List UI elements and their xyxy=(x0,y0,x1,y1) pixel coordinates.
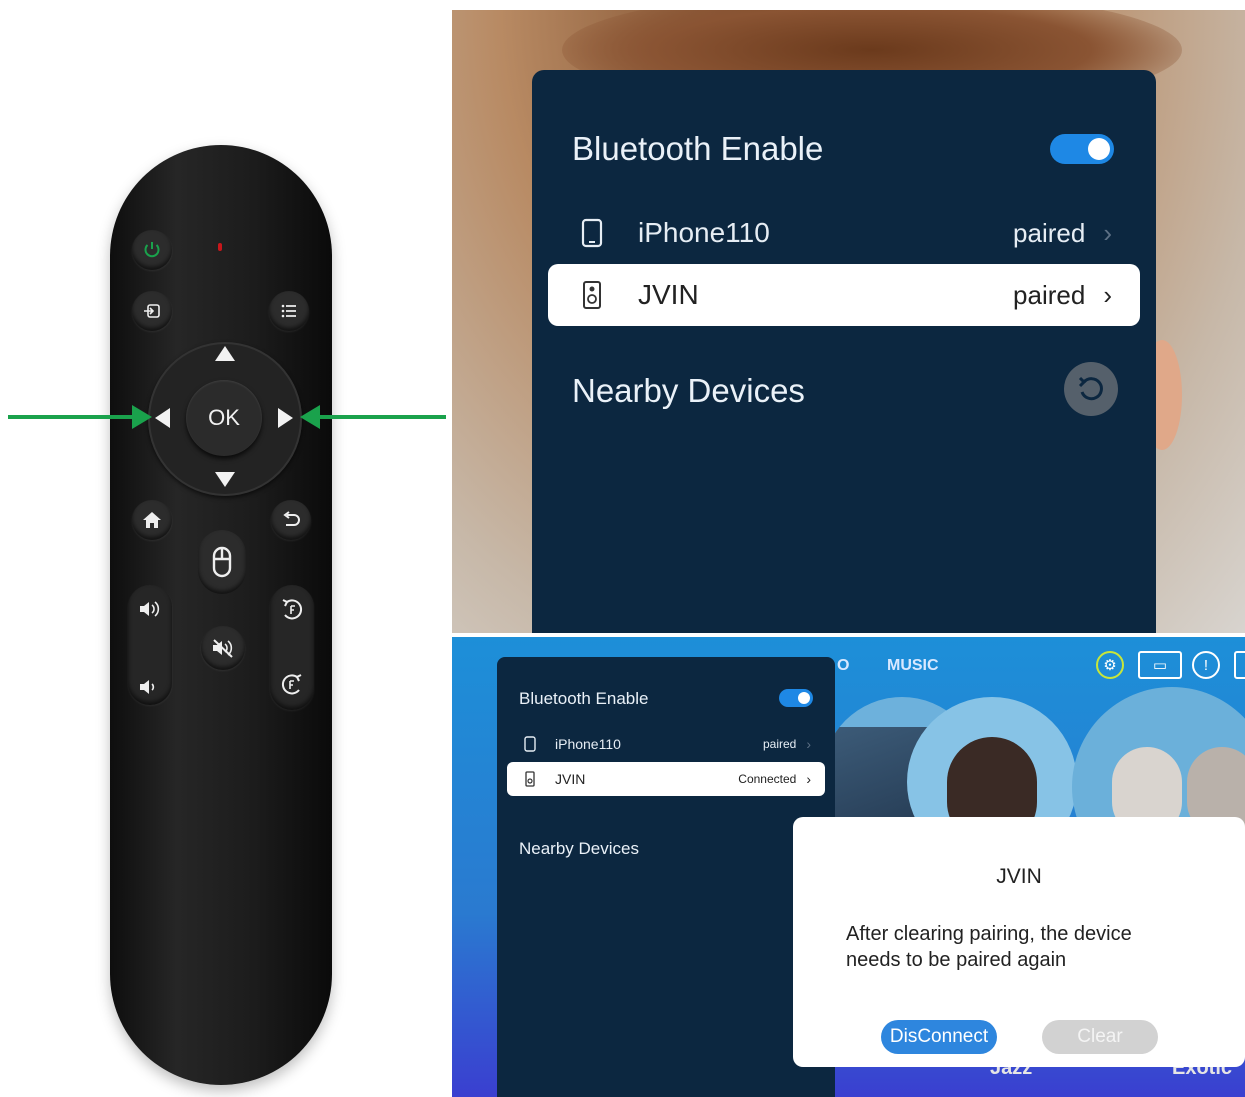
device-status: paired xyxy=(1013,279,1086,310)
down-arrow-icon[interactable] xyxy=(215,472,235,487)
back-icon xyxy=(283,511,300,526)
bluetooth-toggle[interactable] xyxy=(1050,134,1114,164)
home-icon xyxy=(143,512,161,528)
right-arrow-icon[interactable] xyxy=(278,408,293,428)
input-icon xyxy=(144,304,160,318)
bluetooth-title: Bluetooth Enable xyxy=(519,689,649,708)
clear-pairing-dialog: JVIN After clearing pairing, the device … xyxy=(793,817,1245,1067)
nav-item[interactable]: O xyxy=(837,657,849,675)
volume-down-icon[interactable] xyxy=(138,676,160,703)
info-icon[interactable]: ! xyxy=(1192,651,1220,679)
forward-icon[interactable] xyxy=(279,672,305,703)
hdmi-icon[interactable]: ▭ xyxy=(1138,651,1182,679)
power-button[interactable] xyxy=(132,230,172,270)
speaker-icon xyxy=(580,280,604,310)
mute-icon xyxy=(213,639,233,658)
device-row-jvin[interactable]: JVIN Connected › xyxy=(507,762,825,796)
up-arrow-icon[interactable] xyxy=(215,346,235,361)
device-name: iPhone110 xyxy=(555,736,621,752)
input-button[interactable] xyxy=(132,291,172,331)
device-status: Connected xyxy=(738,772,797,786)
tv-screen-top: Bluetooth Enable iPhone110 paired › JVIN… xyxy=(452,10,1245,633)
right-pointer-arrow xyxy=(318,415,446,419)
chevron-right-icon: › xyxy=(1103,217,1112,248)
phone-icon xyxy=(523,736,537,752)
device-status: paired xyxy=(1013,217,1086,248)
bluetooth-panel: Bluetooth Enable iPhone110 paired › JVIN… xyxy=(532,70,1156,633)
back-button[interactable] xyxy=(271,500,311,540)
rewind-icon[interactable] xyxy=(279,597,305,628)
device-name: JVIN xyxy=(638,279,699,310)
power-icon xyxy=(144,242,160,258)
menu-button[interactable] xyxy=(269,291,309,331)
mouse-button[interactable] xyxy=(198,530,246,594)
bluetooth-panel: Bluetooth Enable iPhone110 paired › JVIN… xyxy=(497,657,835,1097)
mute-button[interactable] xyxy=(201,626,245,670)
device-row-iphone[interactable]: iPhone110 paired › xyxy=(548,202,1140,264)
device-name: JVIN xyxy=(555,771,586,787)
ok-button[interactable]: OK xyxy=(186,380,262,456)
right-pointer-arrow-head xyxy=(300,405,320,429)
device-row-iphone[interactable]: iPhone110 paired › xyxy=(507,727,825,761)
mouse-icon xyxy=(212,546,232,578)
bluetooth-title: Bluetooth Enable xyxy=(572,130,824,167)
chevron-right-icon: › xyxy=(806,736,811,752)
device-name: iPhone110 xyxy=(638,217,770,248)
nearby-devices-title: Nearby Devices xyxy=(519,839,639,858)
device-row-jvin[interactable]: JVIN paired › xyxy=(548,264,1140,326)
chevron-right-icon: › xyxy=(1103,279,1112,310)
dialog-message: After clearing pairing, the device needs… xyxy=(846,923,1132,971)
disconnect-button[interactable]: DisConnect xyxy=(881,1020,997,1054)
more-icon[interactable] xyxy=(1234,651,1245,679)
left-pointer-arrow xyxy=(8,415,138,419)
volume-up-icon[interactable] xyxy=(138,598,164,625)
bluetooth-toggle[interactable] xyxy=(779,689,813,707)
settings-icon[interactable]: ⚙ xyxy=(1096,651,1124,679)
refresh-button[interactable] xyxy=(1064,362,1118,416)
clear-button[interactable]: Clear xyxy=(1042,1020,1158,1054)
refresh-icon xyxy=(1078,376,1103,401)
phone-icon xyxy=(580,218,604,248)
device-status: paired xyxy=(762,737,797,751)
status-led xyxy=(218,243,222,251)
left-arrow-icon[interactable] xyxy=(155,408,170,428)
menu-icon xyxy=(281,304,296,318)
home-button[interactable] xyxy=(132,500,172,540)
nav-item-music[interactable]: MUSIC xyxy=(887,657,939,675)
chevron-right-icon: › xyxy=(806,771,811,787)
remote-illustration: OK xyxy=(0,0,452,1097)
dialog-title: JVIN xyxy=(996,865,1042,888)
tv-screen-bottom: O MUSIC ⚙ ▭ ! Jazz Exotic Bluetooth Enab… xyxy=(452,637,1245,1097)
left-pointer-arrow-head xyxy=(132,405,152,429)
nearby-devices-title: Nearby Devices xyxy=(572,372,805,409)
speaker-icon xyxy=(523,771,537,787)
